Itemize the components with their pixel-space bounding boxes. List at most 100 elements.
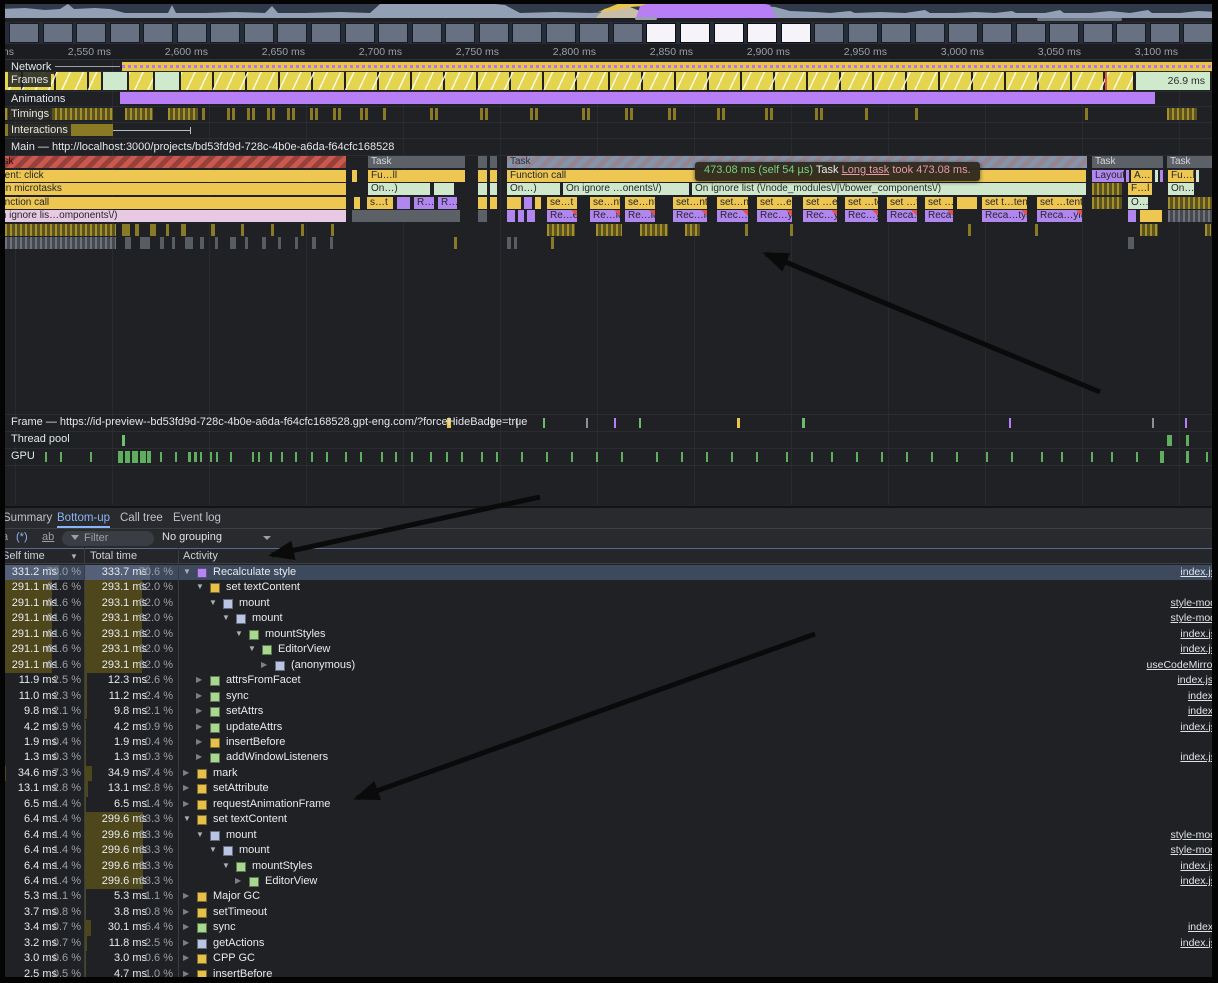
filmstrip-thumbnail[interactable] <box>1150 23 1180 43</box>
flame-event[interactable]: set…nt <box>717 197 748 209</box>
flame-event[interactable]: On ignore lis…omponents\/) <box>0 210 346 222</box>
table-row[interactable]: 3.4 ms0.7 %30.1 ms6.4 %▶syncindex. <box>0 920 1218 935</box>
expand-closed-icon[interactable]: ▶ <box>235 876 241 885</box>
source-link[interactable]: index.js <box>1180 628 1216 640</box>
flame-event[interactable] <box>241 224 244 236</box>
filmstrip-thumbnail[interactable] <box>1183 23 1213 43</box>
filmstrip-thumbnail[interactable] <box>512 23 542 43</box>
flame-event[interactable]: F…l <box>1128 183 1152 195</box>
flame-event[interactable] <box>1128 237 1134 249</box>
table-row[interactable]: 6.5 ms1.4 %6.5 ms1.4 %▶requestAnimationF… <box>0 797 1218 812</box>
activity-label[interactable]: requestAnimationFrame <box>213 798 330 810</box>
flame-event[interactable] <box>215 237 218 249</box>
flame-event[interactable] <box>490 170 497 182</box>
filmstrip-thumbnail[interactable] <box>948 23 978 43</box>
expand-closed-icon[interactable]: ▶ <box>183 799 189 808</box>
flame-event[interactable] <box>278 237 281 249</box>
flame-event[interactable]: Task <box>1092 156 1163 168</box>
source-link[interactable]: index.js <box>1180 751 1216 763</box>
table-row[interactable]: 291.1 ms61.6 %293.1 ms62.0 %▼mountstyle-… <box>0 611 1218 626</box>
flame-event[interactable] <box>301 224 304 236</box>
expand-closed-icon[interactable]: ▶ <box>183 891 189 900</box>
activity-label[interactable]: sync <box>213 921 236 933</box>
expand-open-icon[interactable]: ▼ <box>209 845 217 854</box>
flame-event[interactable] <box>685 224 700 236</box>
table-row[interactable]: 6.4 ms1.4 %299.6 ms63.3 %▶EditorViewinde… <box>0 874 1218 889</box>
filmstrip-thumbnail[interactable] <box>378 23 408 43</box>
table-row[interactable]: 3.7 ms0.8 %3.8 ms0.8 %▶setTimeout <box>0 905 1218 920</box>
activity-label[interactable]: setAttribute <box>213 782 269 794</box>
flame-event[interactable]: set…nt <box>673 197 707 209</box>
flame-event[interactable] <box>478 197 487 209</box>
expand-open-icon[interactable]: ▼ <box>196 830 204 839</box>
whole-word-icon[interactable]: ab <box>42 531 54 543</box>
flame-event[interactable]: Rec…le <box>673 210 707 222</box>
flame-event[interactable] <box>596 224 622 236</box>
activity-label[interactable]: mount <box>252 612 283 624</box>
flame-event[interactable] <box>514 237 517 249</box>
table-row[interactable]: 11.0 ms2.3 %11.2 ms2.4 %▶syncindex. <box>0 689 1218 704</box>
filmstrip-thumbnail[interactable] <box>177 23 207 43</box>
expand-closed-icon[interactable]: ▶ <box>183 768 189 777</box>
track-label-gpu[interactable]: GPU <box>8 450 38 463</box>
source-link[interactable]: index.js <box>1180 721 1216 733</box>
source-link[interactable]: index.js: <box>1177 674 1216 686</box>
flame-event[interactable]: Re…le <box>590 210 620 222</box>
flame-event[interactable] <box>211 224 215 236</box>
filmstrip-thumbnail[interactable] <box>43 23 73 43</box>
filmstrip-thumbnail[interactable] <box>210 23 240 43</box>
expand-closed-icon[interactable]: ▶ <box>183 938 189 947</box>
flame-event[interactable] <box>968 224 971 236</box>
flame-event[interactable] <box>527 210 535 222</box>
activity-label[interactable]: mount <box>239 844 270 856</box>
flame-event[interactable] <box>140 237 150 249</box>
flame-event[interactable] <box>434 183 454 195</box>
source-link[interactable]: index.js <box>1180 937 1216 949</box>
expand-closed-icon[interactable]: ▶ <box>196 691 202 700</box>
flame-event[interactable]: On ignore list (\/node_modules\/|\/bower… <box>692 183 1086 195</box>
flame-event[interactable]: Function call <box>0 197 346 209</box>
flame-event[interactable]: Re…le <box>625 210 655 222</box>
thread-pool-track[interactable] <box>0 432 1218 448</box>
flame-event[interactable] <box>551 237 554 249</box>
grouping-select[interactable]: No grouping <box>162 531 222 543</box>
activity-label[interactable]: mountStyles <box>252 860 313 872</box>
flame-event[interactable]: set …tent <box>845 197 878 209</box>
filter-input[interactable]: Filter <box>62 531 154 546</box>
filmstrip-thumbnail[interactable] <box>110 23 140 43</box>
expand-open-icon[interactable]: ▼ <box>235 629 243 638</box>
flame-event[interactable] <box>397 197 410 209</box>
filmstrip-thumbnail[interactable] <box>747 23 777 43</box>
flame-event[interactable]: On ignore …onents\/) <box>563 183 689 195</box>
table-row[interactable]: 34.6 ms7.3 %34.9 ms7.4 %▶mark <box>0 766 1218 781</box>
source-link[interactable]: style-mod <box>1170 612 1216 624</box>
expand-open-icon[interactable]: ▼ <box>183 814 191 823</box>
filmstrip-thumbnail[interactable] <box>646 23 676 43</box>
expand-open-icon[interactable]: ▼ <box>196 582 204 591</box>
flame-event[interactable] <box>1092 197 1122 209</box>
flame-event[interactable] <box>150 224 156 236</box>
flame-event[interactable] <box>181 224 186 236</box>
source-link[interactable]: index.js <box>1180 643 1216 655</box>
column-divider[interactable] <box>84 548 85 983</box>
flame-event[interactable] <box>547 224 575 236</box>
activity-label[interactable]: EditorView <box>278 643 330 655</box>
flame-event[interactable] <box>1092 183 1122 195</box>
activity-label[interactable]: getActions <box>213 937 264 949</box>
flame-event[interactable] <box>478 156 487 168</box>
flame-event[interactable]: Rec…le <box>717 210 748 222</box>
flame-event[interactable] <box>478 170 487 182</box>
flame-event[interactable] <box>478 183 487 195</box>
flame-event[interactable] <box>507 210 515 222</box>
flame-event[interactable] <box>172 237 175 249</box>
filmstrip-thumbnail[interactable] <box>1016 23 1046 43</box>
flame-event[interactable] <box>1035 224 1038 236</box>
table-row[interactable]: 6.4 ms1.4 %299.6 ms63.3 %▼mountstyle-mod <box>0 843 1218 858</box>
flame-event[interactable] <box>122 224 130 236</box>
minimap-scroll-indicator[interactable] <box>1037 18 1122 21</box>
tooltip-long-task-link[interactable]: Long task <box>842 164 890 176</box>
flame-event[interactable] <box>490 156 497 168</box>
flame-event[interactable] <box>262 237 266 249</box>
flame-event[interactable]: Re…e <box>547 210 577 222</box>
filmstrip-thumbnail[interactable] <box>311 23 341 43</box>
